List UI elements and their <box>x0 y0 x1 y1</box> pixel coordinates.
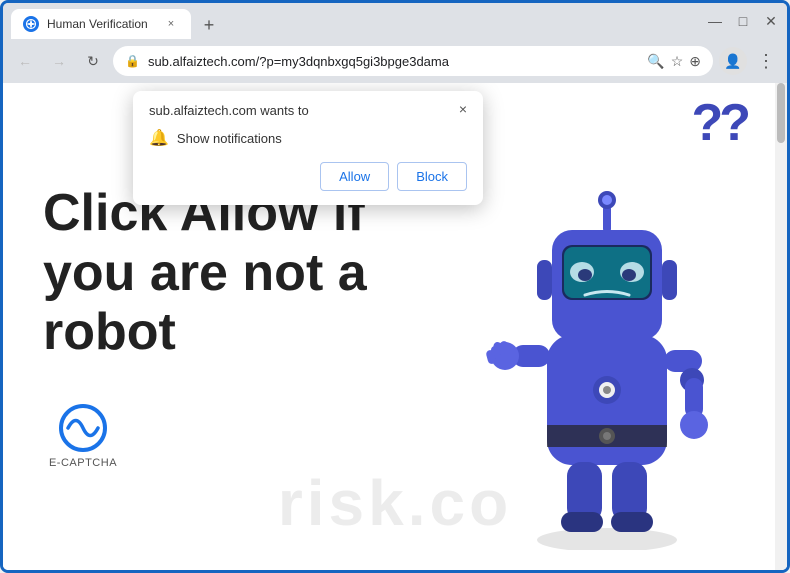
notification-text: Show notifications <box>177 131 282 146</box>
menu-dots[interactable]: ⋮ <box>753 51 779 72</box>
scrollbar-thumb[interactable] <box>777 83 785 143</box>
search-icon[interactable]: 🔍 <box>647 53 664 70</box>
ecaptcha-area: E-CAPTCHA <box>43 403 123 469</box>
browser-window: Human Verification × + — □ ✕ ← → ↻ 🔒 sub… <box>0 0 790 573</box>
new-tab-button[interactable]: + <box>195 11 223 39</box>
lock-icon: 🔒 <box>125 54 140 68</box>
back-button[interactable]: ← <box>11 47 39 75</box>
tab-title: Human Verification <box>47 17 155 31</box>
favicon-icon <box>25 18 37 30</box>
robot-illustration <box>477 150 757 570</box>
popup-close-button[interactable]: × <box>453 99 473 119</box>
tab-favicon <box>23 16 39 32</box>
bell-icon: 🔔 <box>149 128 169 148</box>
notification-popup: sub.alfaiztech.com wants to × 🔔 Show not… <box>133 91 483 205</box>
tab-area: Human Verification × + <box>11 3 699 39</box>
forward-button[interactable]: → <box>45 47 73 75</box>
minimize-button[interactable]: — <box>707 13 723 29</box>
allow-button[interactable]: Allow <box>320 162 389 191</box>
url-text: sub.alfaiztech.com/?p=my3dqnbxgq5gi3bpge… <box>148 54 639 69</box>
download-icon[interactable]: ⊕ <box>689 53 701 70</box>
address-bar: ← → ↻ 🔒 sub.alfaiztech.com/?p=my3dqnbxgq… <box>3 39 787 83</box>
close-window-button[interactable]: ✕ <box>763 13 779 30</box>
robot-svg <box>477 150 737 550</box>
maximize-button[interactable]: □ <box>735 13 751 29</box>
ecaptcha-logo-icon <box>58 403 108 453</box>
block-button[interactable]: Block <box>397 162 467 191</box>
reload-button[interactable]: ↻ <box>79 47 107 75</box>
tab-close-button[interactable]: × <box>163 16 179 32</box>
bookmark-icon[interactable]: ☆ <box>671 53 684 70</box>
active-tab[interactable]: Human Verification × <box>11 9 191 39</box>
main-heading: Click Allow if you are not a robot <box>43 184 403 363</box>
popup-notification-row: 🔔 Show notifications <box>149 128 467 148</box>
url-right-icons: 🔍 ☆ ⊕ <box>647 53 701 70</box>
popup-title: sub.alfaiztech.com wants to <box>149 103 467 118</box>
url-bar[interactable]: 🔒 sub.alfaiztech.com/?p=my3dqnbxgq5gi3bp… <box>113 46 713 76</box>
ecaptcha-label: E-CAPTCHA <box>49 457 117 469</box>
website-background: risk.co Click Allow if you are not a rob… <box>3 83 787 570</box>
window-controls: — □ ✕ <box>707 13 779 30</box>
popup-buttons: Allow Block <box>149 162 467 191</box>
title-bar: Human Verification × + — □ ✕ <box>3 3 787 39</box>
profile-icon[interactable]: 👤 <box>719 47 747 75</box>
page-content: risk.co Click Allow if you are not a rob… <box>3 83 787 570</box>
question-marks: ?? <box>691 93 747 153</box>
